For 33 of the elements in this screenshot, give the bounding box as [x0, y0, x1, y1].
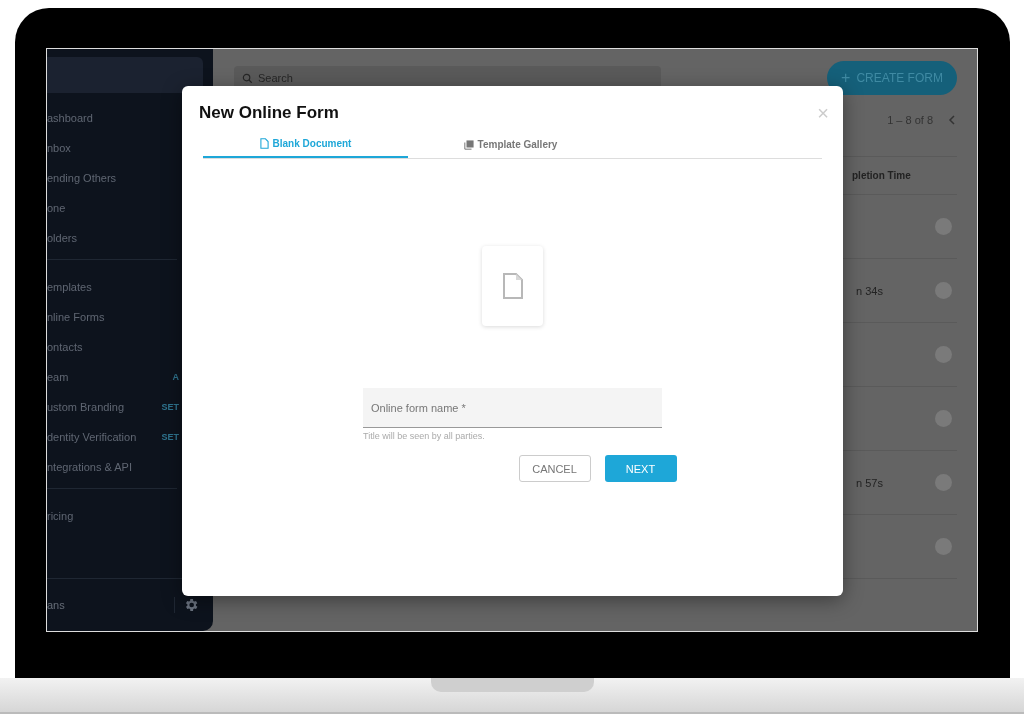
table-cell: n 57s — [856, 476, 883, 489]
table-cell: n 34s — [856, 284, 883, 297]
sidebar-item[interactable]: dentity Verification — [47, 431, 137, 443]
sidebar-item[interactable]: ending Others — [47, 172, 117, 184]
gallery-icon — [463, 139, 474, 150]
document-icon — [502, 273, 523, 299]
sidebar-badge[interactable]: A — [172, 372, 179, 382]
sidebar-badge[interactable]: SET — [161, 402, 179, 412]
next-button[interactable]: NEXT — [604, 455, 677, 482]
chevron-left-icon[interactable] — [947, 115, 957, 125]
sidebar-item[interactable]: one — [47, 202, 66, 214]
tab[interactable]: Template Gallery — [408, 131, 613, 158]
field-hint: Title will be seen by all parties. — [363, 431, 485, 441]
dialog-title: New Online Form — [199, 103, 339, 123]
form-name-field[interactable]: Online form name * — [363, 388, 662, 428]
sidebar-badge[interactable]: SET — [161, 432, 179, 442]
document-icon — [259, 138, 269, 149]
sidebar-item[interactable]: nbox — [47, 142, 71, 154]
sidebar-item[interactable]: ontacts — [47, 341, 83, 353]
cancel-button[interactable]: CANCEL — [518, 455, 591, 482]
sidebar-item[interactable]: ashboard — [47, 112, 93, 124]
column-header: pletion Time — [852, 170, 911, 181]
tab[interactable]: Blank Document — [203, 131, 408, 158]
user-name[interactable]: ans — [47, 599, 65, 611]
sidebar-item[interactable]: emplates — [47, 281, 92, 293]
sidebar-item[interactable]: ustom Branding — [47, 401, 125, 413]
settings-icon[interactable] — [174, 597, 199, 613]
sidebar-item[interactable]: nline Forms — [47, 311, 105, 323]
sidebar-item[interactable]: eam — [47, 371, 69, 383]
sidebar-item[interactable]: ntegrations & API — [47, 461, 132, 473]
sidebar-item[interactable]: ricing — [47, 510, 74, 522]
sidebar-item[interactable]: olders — [47, 232, 77, 244]
search-icon — [242, 72, 253, 84]
